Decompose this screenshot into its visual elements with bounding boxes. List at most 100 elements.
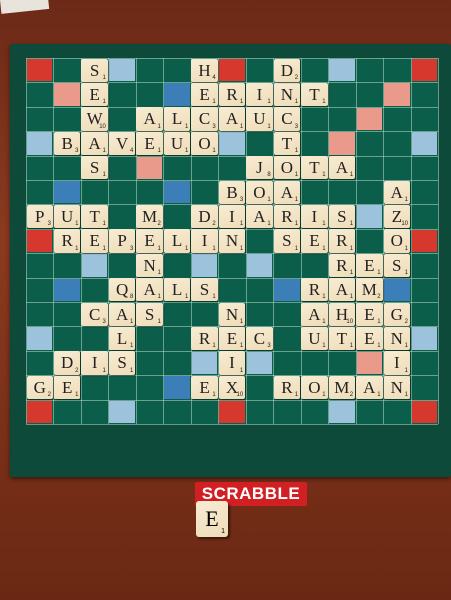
board-tile[interactable]: P3 (26, 204, 53, 229)
board-tile[interactable]: A1 (218, 107, 246, 131)
board-tile[interactable]: I1 (218, 351, 246, 375)
board-tile[interactable]: E1 (136, 229, 163, 253)
board-tile[interactable]: I1 (246, 82, 273, 107)
board-tile[interactable]: U1 (246, 107, 273, 131)
board-tile[interactable]: S1 (383, 253, 411, 278)
board-tile[interactable]: I1 (218, 204, 246, 229)
board-tile[interactable]: E1 (53, 375, 81, 400)
board-tile[interactable]: N1 (383, 326, 411, 351)
board-tile[interactable]: S1 (273, 229, 301, 253)
board-tile[interactable]: E1 (356, 302, 383, 326)
board-tile[interactable]: C3 (191, 107, 218, 131)
board-tile[interactable]: O1 (273, 156, 301, 180)
board-tile[interactable]: A1 (356, 375, 383, 400)
board-tile[interactable]: B3 (53, 131, 81, 156)
board-tile[interactable]: S1 (108, 351, 136, 375)
board-tile[interactable]: T1 (273, 131, 301, 156)
board-tile[interactable]: R1 (328, 253, 356, 278)
board-tile[interactable]: M2 (136, 204, 163, 229)
board-tile[interactable]: H4 (191, 58, 218, 82)
board-tile[interactable]: A1 (136, 107, 163, 131)
board-tile[interactable]: O1 (246, 180, 273, 204)
board-tile[interactable]: T1 (81, 204, 108, 229)
board-tile[interactable]: W 10 (81, 107, 108, 131)
board-tile[interactable]: U1 (301, 326, 328, 351)
board-tile[interactable]: I1 (191, 229, 218, 253)
board-tile[interactable]: L1 (163, 278, 191, 302)
board-tile[interactable]: E1 (356, 326, 383, 351)
board-tile[interactable]: E1 (191, 375, 218, 400)
board-tile[interactable]: R1 (218, 82, 246, 107)
board-tile[interactable]: A1 (328, 156, 356, 180)
board-tile[interactable]: H 10 (328, 302, 356, 326)
board-tile[interactable]: V4 (108, 131, 136, 156)
board-tile[interactable]: M2 (356, 278, 383, 302)
board-tile[interactable]: L1 (163, 107, 191, 131)
board-tile[interactable]: O1 (383, 229, 411, 253)
board-tile[interactable]: N1 (383, 375, 411, 400)
board-tile[interactable]: D2 (191, 204, 218, 229)
board-tile[interactable]: S1 (191, 278, 218, 302)
board-tile[interactable]: C3 (246, 326, 273, 351)
board-tile[interactable]: E1 (191, 82, 218, 107)
board-tile[interactable]: C3 (81, 302, 108, 326)
board-tile[interactable]: L1 (108, 326, 136, 351)
board-tile[interactable]: R1 (301, 278, 328, 302)
tile-points: 1 (102, 245, 106, 252)
board-tile[interactable]: S1 (81, 58, 108, 82)
board-tile[interactable]: E1 (218, 326, 246, 351)
board-tile[interactable]: S1 (81, 156, 108, 180)
board-tile[interactable]: J8 (246, 156, 273, 180)
board-tile[interactable]: N1 (136, 253, 163, 278)
board-tile[interactable]: A1 (81, 131, 108, 156)
tile-letter: E (199, 377, 210, 397)
board-tile[interactable]: E1 (301, 229, 328, 253)
board-tile[interactable]: R1 (328, 229, 356, 253)
board-tile[interactable]: Q8 (108, 278, 136, 302)
board-tile[interactable]: A1 (108, 302, 136, 326)
board-tile[interactable]: T1 (328, 326, 356, 351)
board-tile[interactable]: P3 (108, 229, 136, 253)
board-tile[interactable]: R1 (273, 375, 301, 400)
board-tile[interactable]: R1 (53, 229, 81, 253)
board-tile[interactable]: I1 (81, 351, 108, 375)
board-tile[interactable]: S1 (328, 204, 356, 229)
board-tile[interactable]: E1 (356, 253, 383, 278)
premium-double-letter (190, 350, 219, 376)
board-tile[interactable]: A1 (301, 302, 328, 326)
board-tile[interactable]: A1 (383, 180, 411, 204)
board-tile[interactable]: R1 (191, 326, 218, 351)
board-tile[interactable]: G2 (26, 375, 53, 400)
loose-tile[interactable]: E 1 (196, 501, 228, 537)
board-tile[interactable]: E1 (136, 131, 163, 156)
board-tile[interactable]: O1 (191, 131, 218, 156)
board-tile[interactable]: I1 (383, 351, 411, 375)
board-tile[interactable]: M2 (328, 375, 356, 400)
board-tile[interactable]: N1 (218, 229, 246, 253)
board-tile[interactable]: I1 (301, 204, 328, 229)
board-tile[interactable]: B3 (218, 180, 246, 204)
board-tile[interactable]: T1 (301, 82, 328, 107)
board-tile[interactable]: E1 (81, 82, 108, 107)
premium-double-letter (355, 204, 384, 229)
board-tile[interactable]: R1 (273, 204, 301, 229)
board-tile[interactable]: E1 (81, 229, 108, 253)
board-tile[interactable]: D2 (273, 58, 301, 82)
board-tile[interactable]: A1 (328, 278, 356, 302)
board-tile[interactable]: U1 (163, 131, 191, 156)
board-tile[interactable]: L1 (163, 229, 191, 253)
board-tile[interactable]: T1 (301, 156, 328, 180)
board-tile[interactable]: A1 (273, 180, 301, 204)
board-tile[interactable]: S1 (136, 302, 163, 326)
board-tile[interactable]: A1 (136, 278, 163, 302)
board-tile[interactable]: D2 (53, 351, 81, 375)
board-tile[interactable]: Z 10 (383, 204, 411, 229)
board-tile[interactable]: G2 (383, 302, 411, 326)
board-tile[interactable]: N1 (218, 302, 246, 326)
board-tile[interactable]: X 10 (218, 375, 246, 400)
board-tile[interactable]: O1 (301, 375, 328, 400)
board-tile[interactable]: C3 (273, 107, 301, 131)
board-tile[interactable]: N1 (273, 82, 301, 107)
board-tile[interactable]: U1 (53, 204, 81, 229)
board-tile[interactable]: A1 (246, 204, 273, 229)
